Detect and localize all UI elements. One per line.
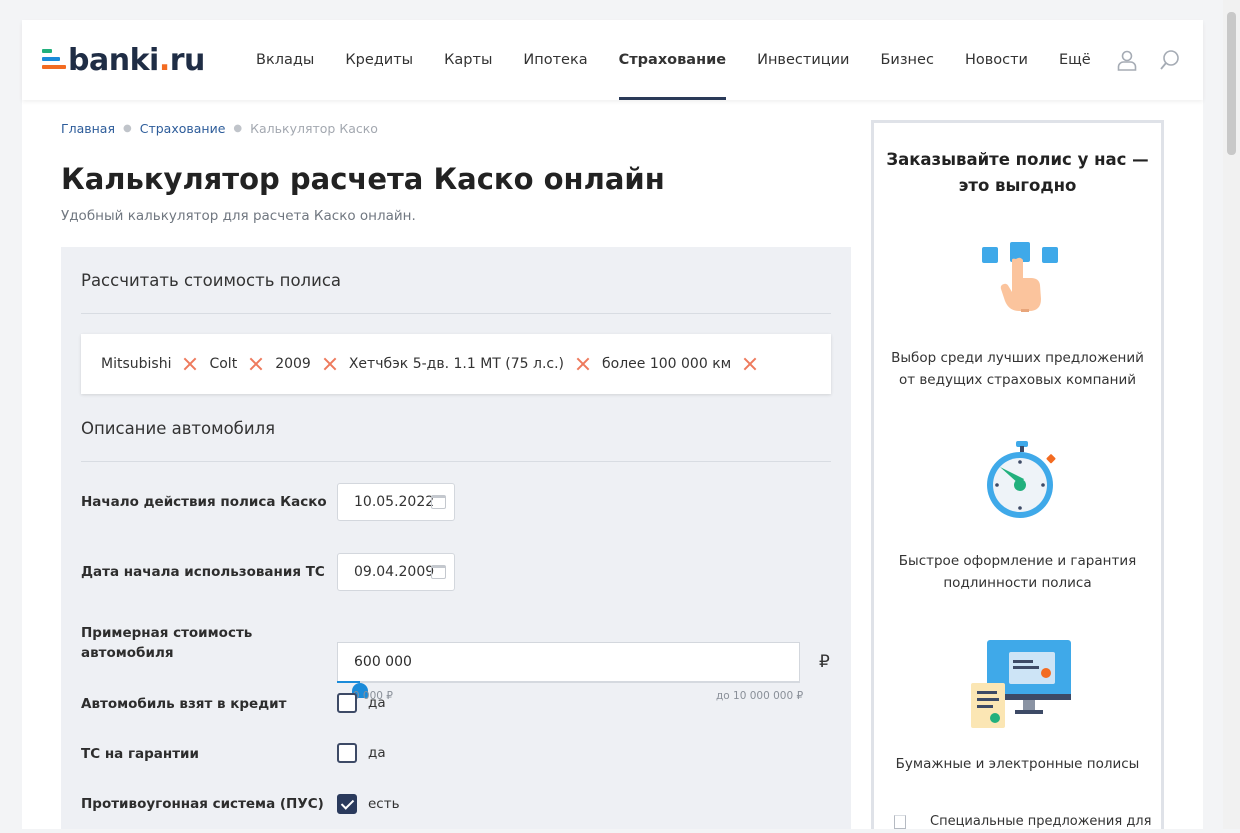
page-title: Калькулятор расчета Каско онлайн bbox=[61, 162, 665, 196]
nav-item-investments[interactable]: Инвестиции bbox=[757, 20, 849, 100]
page-subtitle: Удобный калькулятор для расчета Каско он… bbox=[61, 208, 416, 224]
chip-label: более 100 000 км bbox=[602, 356, 732, 372]
nav-item-news[interactable]: Новости bbox=[965, 20, 1028, 100]
breadcrumb: Главная ● Страхование ● Калькулятор Каск… bbox=[61, 121, 378, 136]
credit-label: Автомобиль взят в кредит bbox=[81, 696, 287, 712]
logo-text: banki.ru bbox=[68, 42, 205, 78]
search-icon[interactable] bbox=[1159, 49, 1181, 71]
warranty-option: да bbox=[368, 745, 386, 761]
remove-icon[interactable] bbox=[323, 357, 337, 371]
warranty-checkbox[interactable] bbox=[337, 743, 357, 763]
breadcrumb-current: Калькулятор Каско bbox=[250, 121, 378, 136]
breadcrumb-home[interactable]: Главная bbox=[61, 121, 115, 136]
calculator-heading: Рассчитать стоимость полиса bbox=[81, 271, 342, 290]
antitheft-label: Противоугонная система (ПУС) bbox=[81, 796, 324, 812]
chip-mileage: более 100 000 км bbox=[602, 356, 757, 372]
car-price-value: 600 000 bbox=[354, 654, 412, 670]
chip-model: Colt bbox=[209, 356, 263, 372]
monitor-document-icon bbox=[971, 640, 1071, 728]
site-header: banki.ru Вклады Кредиты Карты Ипотека Ст… bbox=[22, 20, 1203, 100]
usage-start-label: Дата начала использования ТС bbox=[81, 564, 325, 580]
policy-start-value: 10.05.2022 bbox=[354, 494, 435, 510]
special-offer-alt-text: Специальные предложения для bbox=[930, 814, 1152, 829]
price-slider-track[interactable] bbox=[337, 681, 800, 683]
chip-label: 2009 bbox=[275, 356, 311, 372]
nav-item-credits[interactable]: Кредиты bbox=[345, 20, 413, 100]
page-scrollbar[interactable] bbox=[1223, 0, 1240, 829]
section-heading: Описание автомобиля bbox=[81, 419, 276, 438]
warranty-label: ТС на гарантии bbox=[81, 746, 199, 762]
price-max-label: до 10 000 000 ₽ bbox=[716, 690, 804, 702]
calendar-icon[interactable] bbox=[431, 495, 446, 509]
logo-mark-icon bbox=[42, 45, 66, 75]
benefit-text: Быстрое оформление и гарантия подлинност… bbox=[898, 553, 1137, 591]
scrollbar-thumb[interactable] bbox=[1227, 12, 1236, 155]
nav-item-more[interactable]: Ещё bbox=[1059, 20, 1091, 100]
breadcrumb-insurance[interactable]: Страхование bbox=[140, 121, 226, 136]
remove-icon[interactable] bbox=[249, 357, 263, 371]
hand-pointer-icon bbox=[982, 242, 1058, 312]
credit-checkbox[interactable] bbox=[337, 693, 357, 713]
currency-symbol: ₽ bbox=[819, 652, 830, 672]
antitheft-checkbox[interactable] bbox=[337, 794, 357, 814]
nav-item-cards[interactable]: Карты bbox=[444, 20, 492, 100]
selected-car-chips: Mitsubishi Colt 2009 Хетчбэк 5-дв. 1.1 M… bbox=[81, 334, 831, 394]
antitheft-option: есть bbox=[368, 796, 400, 812]
chip-label: Mitsubishi bbox=[101, 356, 172, 372]
chip-modification: Хетчбэк 5-дв. 1.1 MT (75 л.с.) bbox=[349, 356, 590, 372]
remove-icon[interactable] bbox=[576, 357, 590, 371]
credit-option: да bbox=[368, 695, 386, 711]
benefit-text: Бумажные и электронные полисы bbox=[895, 756, 1140, 772]
main-nav: Вклады Кредиты Карты Ипотека Страхование… bbox=[256, 20, 1122, 100]
car-price-input[interactable]: 600 000 bbox=[337, 642, 800, 682]
broken-image-icon bbox=[894, 815, 906, 829]
usage-start-date-input[interactable]: 09.04.2009 bbox=[337, 553, 455, 591]
sidebar-title: Заказывайте полис у нас — это выгодно bbox=[886, 150, 1149, 195]
banki-logo[interactable]: banki.ru bbox=[42, 42, 205, 78]
nav-item-deposits[interactable]: Вклады bbox=[256, 20, 314, 100]
divider bbox=[81, 313, 831, 314]
chip-label: Хетчбэк 5-дв. 1.1 MT (75 л.с.) bbox=[348, 356, 565, 372]
breadcrumb-separator: ● bbox=[123, 123, 132, 134]
divider bbox=[81, 461, 831, 462]
nav-item-mortgage[interactable]: Ипотека bbox=[523, 20, 587, 100]
stopwatch-icon bbox=[987, 441, 1056, 518]
benefit-text: Выбор среди лучших предложений от ведущи… bbox=[891, 350, 1144, 388]
special-offer-image[interactable]: Специальные предложения для bbox=[894, 813, 1154, 833]
calculator-panel: Рассчитать стоимость полиса Mitsubishi C… bbox=[61, 247, 851, 829]
breadcrumb-separator: ● bbox=[233, 123, 243, 134]
chip-make: Mitsubishi bbox=[101, 356, 197, 372]
remove-icon[interactable] bbox=[183, 357, 197, 371]
nav-item-business[interactable]: Бизнес bbox=[880, 20, 933, 100]
calendar-icon[interactable] bbox=[431, 565, 446, 579]
policy-start-label: Начало действия полиса Каско bbox=[81, 494, 327, 510]
chip-label: Colt bbox=[209, 356, 238, 372]
usage-start-value: 09.04.2009 bbox=[354, 564, 435, 580]
policy-start-date-input[interactable]: 10.05.2022 bbox=[337, 483, 455, 521]
user-icon[interactable] bbox=[1116, 49, 1138, 71]
nav-item-insurance[interactable]: Страхование bbox=[618, 20, 726, 100]
chip-year: 2009 bbox=[275, 356, 337, 372]
benefits-sidebar: Заказывайте полис у нас — это выгодно Вы… bbox=[871, 120, 1164, 829]
remove-icon[interactable] bbox=[743, 357, 757, 371]
price-label: Примерная стоимость автомобиля bbox=[81, 625, 253, 661]
